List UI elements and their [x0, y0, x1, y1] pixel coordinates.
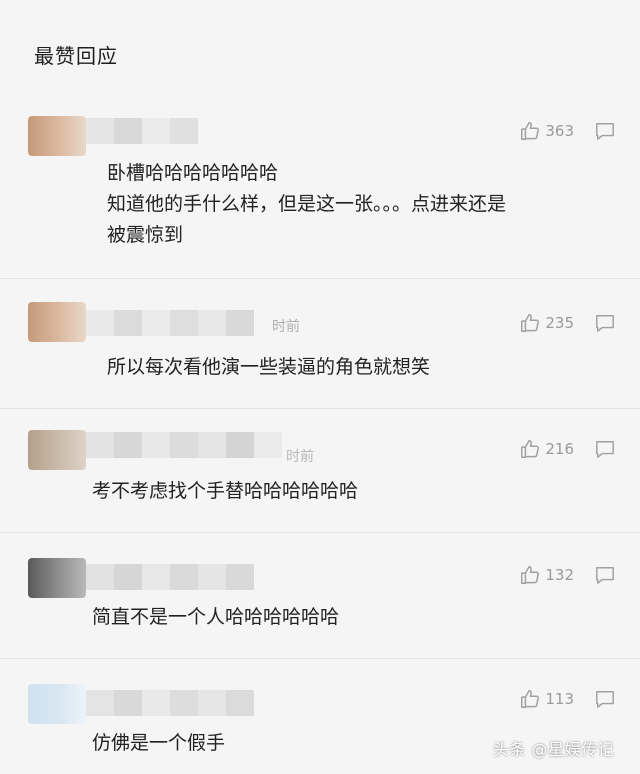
- timestamp: 时前: [272, 319, 300, 335]
- reply-button[interactable]: [594, 689, 616, 709]
- reply-button[interactable]: [594, 121, 616, 141]
- comment-text: 考不考虑找个手替哈哈哈哈哈哈: [92, 480, 359, 502]
- comment-icon: [594, 439, 616, 459]
- comment-item: 时前 216 考不考虑找个手替哈哈哈哈哈哈: [0, 408, 640, 533]
- comment-item: 363 卧槽哈哈哈哈哈哈哈 知道他的手什么样，但是这一张。。。点进来还是 被震惊…: [0, 96, 640, 279]
- comment-text: 卧槽哈哈哈哈哈哈哈 知道他的手什么样，但是这一张。。。点进来还是 被震惊到: [107, 162, 507, 246]
- thumbs-up-icon: [519, 438, 541, 460]
- avatar[interactable]: [28, 302, 86, 342]
- comment-icon: [594, 313, 616, 333]
- username-blurred[interactable]: [86, 564, 254, 590]
- reply-button[interactable]: [594, 313, 616, 333]
- like-count: 235: [545, 314, 574, 332]
- comment-icon: [594, 565, 616, 585]
- thumbs-up-icon: [519, 688, 541, 710]
- avatar[interactable]: [28, 558, 86, 598]
- thumbs-up-icon: [519, 312, 541, 334]
- username-blurred[interactable]: [86, 432, 282, 458]
- thumbs-up-icon: [519, 564, 541, 586]
- like-button[interactable]: 132: [519, 564, 574, 586]
- comment-icon: [594, 121, 616, 141]
- avatar[interactable]: [28, 116, 86, 156]
- reply-button[interactable]: [594, 565, 616, 585]
- like-button[interactable]: 113: [519, 688, 574, 710]
- like-button[interactable]: 363: [519, 120, 574, 142]
- thumbs-up-icon: [519, 120, 541, 142]
- comment-item: 132 简直不是一个人哈哈哈哈哈哈: [0, 532, 640, 659]
- username-blurred[interactable]: [86, 118, 198, 144]
- comment-icon: [594, 689, 616, 709]
- username-blurred[interactable]: [86, 690, 254, 716]
- username-blurred[interactable]: [86, 310, 254, 336]
- comment-text: 所以每次看他演一些装逼的角色就想笑: [107, 356, 431, 378]
- watermark: 头条 @星娱传记: [492, 740, 614, 759]
- timestamp: 时前: [286, 449, 314, 465]
- reply-button[interactable]: [594, 439, 616, 459]
- like-button[interactable]: 216: [519, 438, 574, 460]
- like-count: 113: [545, 690, 574, 708]
- like-button[interactable]: 235: [519, 312, 574, 334]
- like-count: 363: [545, 122, 574, 140]
- section-title: 最赞回应: [34, 44, 118, 68]
- avatar[interactable]: [28, 430, 86, 470]
- avatar[interactable]: [28, 684, 86, 724]
- comment-item: 时前 235 所以每次看他演一些装逼的角色就想笑: [0, 278, 640, 409]
- like-count: 216: [545, 440, 574, 458]
- like-count: 132: [545, 566, 574, 584]
- comment-text: 简直不是一个人哈哈哈哈哈哈: [92, 606, 340, 628]
